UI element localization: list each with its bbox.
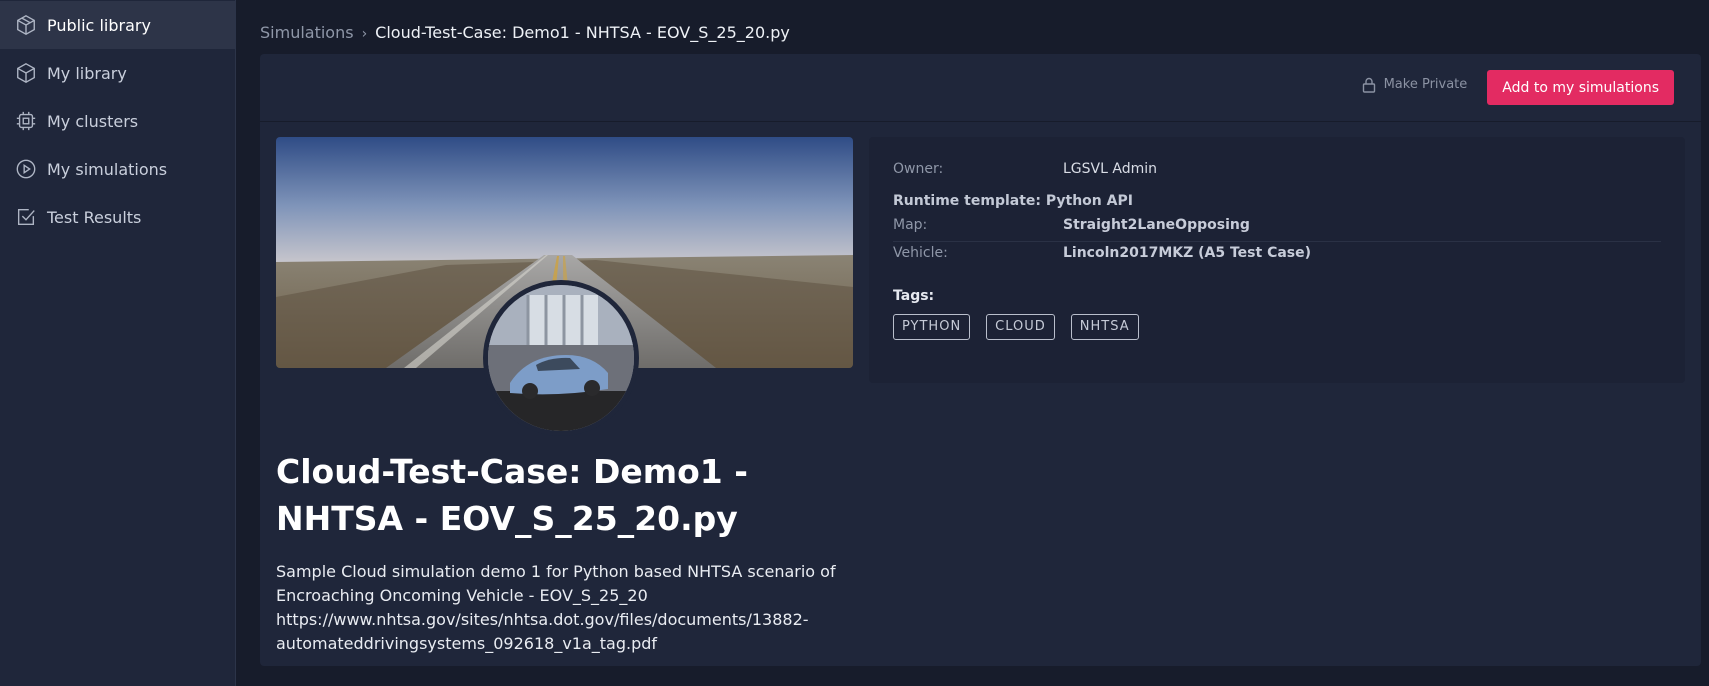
owner-row: Owner: LGSVL Admin: [893, 161, 1661, 187]
checkbox-icon: [15, 206, 37, 228]
breadcrumb-current: Cloud-Test-Case: Demo1 - NHTSA - EOV_S_2…: [375, 23, 790, 42]
map-label: Map:: [893, 217, 928, 233]
sidebar-item-label: My clusters: [47, 111, 139, 131]
breadcrumb: Simulations › Cloud-Test-Case: Demo1 - N…: [260, 0, 1701, 54]
runtime-template: Runtime template: Python API: [893, 193, 1133, 209]
description-line: Encroaching Oncoming Vehicle - EOV_S_25_…: [276, 586, 648, 605]
vehicle-avatar-image: [483, 280, 639, 436]
panel-content: Cloud-Test-Case: Demo1 - NHTSA - EOV_S_2…: [260, 122, 1701, 656]
sidebar-item-label: My simulations: [47, 159, 168, 179]
sidebar-item-label: Public library: [47, 15, 151, 35]
main-content: Simulations › Cloud-Test-Case: Demo1 - N…: [236, 0, 1709, 686]
tag-python[interactable]: PYTHON: [893, 314, 971, 340]
tag-nhtsa[interactable]: NHTSA: [1070, 314, 1139, 340]
add-to-my-simulations-button[interactable]: Add to my simulations: [1487, 70, 1674, 105]
sidebar: Public library My library My clusters My…: [0, 0, 236, 686]
map-value: Straight2LaneOpposing: [1063, 217, 1250, 233]
vehicle-label: Vehicle:: [893, 245, 948, 261]
chip-icon: [15, 110, 37, 132]
tag-cloud[interactable]: CLOUD: [986, 314, 1055, 340]
sidebar-item-public-library[interactable]: Public library: [0, 1, 235, 49]
app-root: Public library My library My clusters My…: [0, 0, 1709, 686]
play-circle-icon: [15, 158, 37, 180]
simulation-info-card: Owner: LGSVL Admin Runtime template: Pyt…: [869, 137, 1685, 383]
lock-icon: [1362, 77, 1375, 93]
simulation-title: Cloud-Test-Case: Demo1 - NHTSA - EOV_S_2…: [276, 452, 748, 538]
breadcrumb-separator: ›: [361, 26, 368, 42]
make-private-button[interactable]: Make Private: [1362, 77, 1468, 93]
owner-value: LGSVL Admin: [1063, 161, 1157, 177]
simulation-summary: Cloud-Test-Case: Demo1 - NHTSA - EOV_S_2…: [276, 137, 853, 656]
sidebar-item-my-clusters[interactable]: My clusters: [0, 97, 235, 145]
cube-icon: [15, 62, 37, 84]
vehicle-row: Vehicle: Lincoln2017MKZ (A5 Test Case): [893, 242, 1661, 268]
tags-label: Tags:: [893, 288, 935, 304]
vehicle-value: Lincoln2017MKZ (A5 Test Case): [1063, 245, 1312, 261]
description-line: https://www.nhtsa.gov/sites/nhtsa.dot.go…: [276, 610, 809, 629]
description-line: Sample Cloud simulation demo 1 for Pytho…: [276, 562, 836, 581]
sidebar-item-my-library[interactable]: My library: [0, 49, 235, 97]
map-row: Map: Straight2LaneOpposing: [893, 217, 1661, 242]
description-line: automateddrivingsystems_092618_v1a_tag.p…: [276, 634, 658, 653]
sidebar-item-test-results[interactable]: Test Results: [0, 193, 235, 241]
owner-label: Owner:: [893, 161, 944, 177]
simulation-description: Sample Cloud simulation demo 1 for Pytho…: [276, 560, 853, 656]
breadcrumb-simulations-link[interactable]: Simulations: [260, 23, 354, 42]
make-private-label: Make Private: [1383, 77, 1468, 92]
sidebar-item-label: Test Results: [47, 207, 142, 227]
panel-toolbar: Make Private Add to my simulations: [260, 54, 1701, 122]
sidebar-item-my-simulations[interactable]: My simulations: [0, 145, 235, 193]
simulation-panel: Make Private Add to my simulations Cloud…: [260, 54, 1701, 666]
sidebar-item-label: My library: [47, 63, 127, 83]
cube-outline-icon: [15, 14, 37, 36]
tags-list: PYTHON CLOUD NHTSA: [893, 314, 1661, 340]
